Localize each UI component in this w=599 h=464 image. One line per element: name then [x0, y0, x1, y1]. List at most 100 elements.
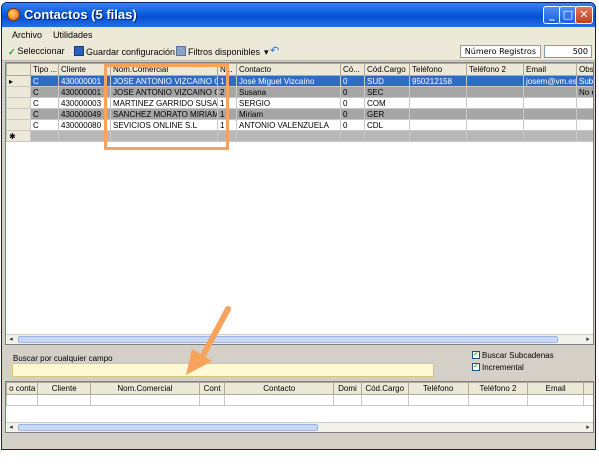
table-cell[interactable]: 0: [340, 108, 365, 120]
scroll-right-icon[interactable]: ▸: [583, 335, 593, 344]
table-cell[interactable]: [523, 86, 577, 98]
column-header[interactable]: Contacto: [236, 63, 341, 76]
table-cell[interactable]: [466, 75, 524, 87]
table-cell[interactable]: [409, 119, 467, 131]
column-header[interactable]: Cliente: [37, 382, 91, 395]
table-cell[interactable]: josem@vm.es: [523, 75, 577, 87]
close-icon[interactable]: ✕: [575, 6, 593, 24]
column-header[interactable]: Teléfono 2: [466, 63, 524, 76]
table-cell[interactable]: SERGIO: [236, 97, 341, 109]
table-cell[interactable]: 430000003: [58, 97, 111, 109]
column-header[interactable]: Obs: [576, 63, 593, 76]
table-row[interactable]: C 430000049 SANCHEZ MORATO MIRIAM 1 Miri…: [6, 108, 593, 120]
column-header[interactable]: Teléfono: [409, 63, 467, 76]
table-cell[interactable]: COM: [364, 97, 410, 109]
menu-archivo[interactable]: Archivo: [12, 30, 42, 40]
row-header-corner: [6, 63, 31, 76]
table-cell[interactable]: SUD: [364, 75, 410, 87]
table-row[interactable]: C 430000001 JOSE ANTONIO VIZCAINO O... 2…: [6, 86, 593, 98]
column-header[interactable]: Có...: [340, 63, 365, 76]
column-header[interactable]: Teléfono: [407, 382, 469, 395]
table-cell[interactable]: [576, 97, 593, 109]
dropdown-arrow-icon[interactable]: ▾: [264, 47, 269, 57]
table-cell[interactable]: 0: [340, 119, 365, 131]
column-header[interactable]: Contacto: [224, 382, 335, 395]
incremental-checkbox[interactable]: Incremental: [472, 361, 524, 372]
table-cell[interactable]: 430000001: [58, 75, 111, 87]
seleccionar-button[interactable]: ✓ Seleccionar: [8, 46, 65, 57]
table-cell[interactable]: Susana: [236, 86, 341, 98]
table-row[interactable]: [6, 394, 593, 406]
detail-grid-table: o conta Cliente Nom.Comercial Cont Conta…: [6, 382, 593, 406]
column-header[interactable]: Teléfono 2: [467, 382, 529, 395]
row-header[interactable]: [6, 97, 31, 109]
table-cell[interactable]: CDL: [364, 119, 410, 131]
column-header[interactable]: Domi: [333, 382, 362, 395]
scroll-left-icon[interactable]: ◂: [6, 335, 16, 344]
grid-horizontal-scrollbar[interactable]: ◂ ▸: [6, 334, 593, 344]
numero-registros-input[interactable]: 500: [544, 45, 592, 58]
menu-utilidades[interactable]: Utilidades: [53, 30, 93, 40]
table-cell[interactable]: [466, 86, 524, 98]
table-cell[interactable]: C: [30, 119, 59, 131]
title-bar[interactable]: Contactos (5 filas) _ □ ✕: [2, 3, 595, 27]
filtros-disponibles-button[interactable]: Filtros disponibles ▾: [176, 46, 269, 58]
table-cell[interactable]: Miriam: [236, 108, 341, 120]
table-cell[interactable]: [409, 108, 467, 120]
table-cell[interactable]: [576, 119, 593, 131]
scrollbar-thumb[interactable]: [18, 336, 558, 343]
table-cell[interactable]: [466, 97, 524, 109]
table-cell[interactable]: C: [30, 108, 59, 120]
row-header[interactable]: [6, 108, 31, 120]
table-cell[interactable]: 0: [340, 86, 365, 98]
undo-icon[interactable]: ↶: [270, 44, 279, 57]
row-header[interactable]: [6, 119, 31, 131]
table-cell[interactable]: Subc: [576, 75, 593, 87]
table-cell[interactable]: 950212158: [409, 75, 467, 87]
detail-horizontal-scrollbar[interactable]: ◂ ▸: [6, 422, 593, 432]
table-cell[interactable]: 430000080: [58, 119, 111, 131]
table-row[interactable]: C 430000003 MARTINEZ GARRIDO SUSANA 1 SE…: [6, 97, 593, 109]
column-header[interactable]: Cód.Cargo: [364, 63, 410, 76]
table-cell[interactable]: 430000001: [58, 86, 111, 98]
table-cell[interactable]: [523, 108, 577, 120]
column-header[interactable]: O: [582, 382, 593, 395]
table-cell[interactable]: [576, 108, 593, 120]
table-cell[interactable]: [466, 119, 524, 131]
table-cell[interactable]: [523, 97, 577, 109]
checkbox-checked-icon[interactable]: [472, 361, 480, 371]
table-row[interactable]: C 430000080 SEVICIOS ONLINE S.L 1 ANTONI…: [6, 119, 593, 131]
table-cell[interactable]: 0: [340, 75, 365, 87]
table-cell[interactable]: José Miguel Vizcaíno: [236, 75, 341, 87]
column-header[interactable]: Email: [527, 382, 584, 395]
table-cell[interactable]: [523, 119, 577, 131]
column-header[interactable]: Tipo ...: [30, 63, 59, 76]
table-cell[interactable]: [409, 86, 467, 98]
new-row[interactable]: ✱: [6, 130, 593, 142]
scroll-left-icon[interactable]: ◂: [6, 423, 16, 432]
table-row[interactable]: ▸ C 430000001 JOSE ANTONIO VIZCAINO O...…: [6, 75, 593, 87]
buscar-subcadenas-checkbox[interactable]: Buscar Subcadenas: [472, 349, 554, 360]
contactos-grid[interactable]: Tipo ... Cliente Nom.Comercial N... Cont…: [5, 62, 594, 345]
table-cell[interactable]: 430000049: [58, 108, 111, 120]
table-cell[interactable]: [466, 108, 524, 120]
table-cell[interactable]: SEC: [364, 86, 410, 98]
table-cell[interactable]: GER: [364, 108, 410, 120]
scroll-right-icon[interactable]: ▸: [583, 423, 593, 432]
checkbox-checked-icon[interactable]: [472, 349, 480, 359]
detail-grid[interactable]: o conta Cliente Nom.Comercial Cont Conta…: [5, 381, 594, 433]
table-cell[interactable]: ANTONIO VALENZUELA: [236, 119, 341, 131]
column-header[interactable]: Cód.Cargo: [360, 382, 409, 395]
scrollbar-thumb[interactable]: [18, 424, 318, 431]
table-cell[interactable]: C: [30, 97, 59, 109]
guardar-configuracion-button[interactable]: Guardar configuración: [74, 46, 175, 57]
table-cell[interactable]: No e: [576, 86, 593, 98]
column-header[interactable]: Email: [523, 63, 577, 76]
column-header[interactable]: o conta: [6, 382, 39, 395]
table-cell[interactable]: C: [30, 86, 59, 98]
row-header[interactable]: [6, 86, 31, 98]
column-header[interactable]: Cliente: [58, 63, 111, 76]
table-cell[interactable]: 0: [340, 97, 365, 109]
table-cell[interactable]: [409, 97, 467, 109]
table-cell[interactable]: C: [30, 75, 59, 87]
